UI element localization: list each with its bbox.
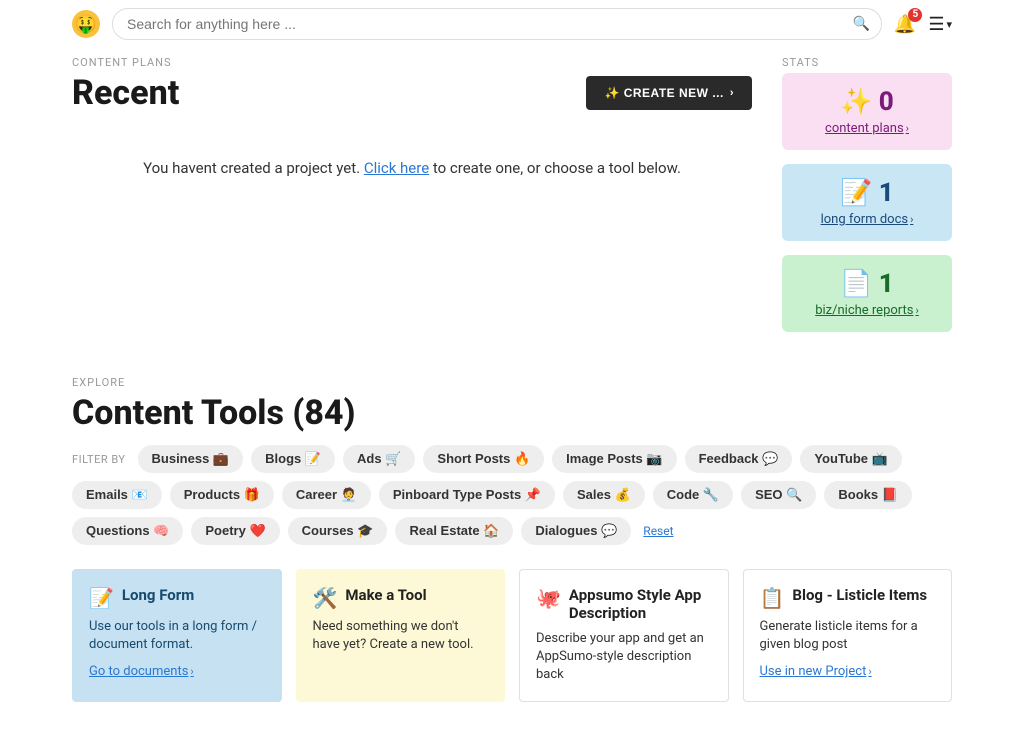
tool-card-long-form[interactable]: 📝 Long Form Use our tools in a long form… [72, 569, 282, 702]
chevron-right-icon: › [730, 87, 734, 99]
reset-filters-link[interactable]: Reset [643, 524, 673, 538]
filter-pill[interactable]: Poetry ❤️ [191, 517, 279, 545]
recent-title: Recent [72, 73, 179, 113]
filter-row: FILTER BY Business 💼 Blogs 📝 Ads 🛒 Short… [72, 445, 952, 545]
click-here-link[interactable]: Click here [364, 159, 429, 177]
filter-pill[interactable]: Code 🔧 [653, 481, 733, 509]
filter-pill[interactable]: Business 💼 [138, 445, 244, 473]
filter-pill[interactable]: Emails 📧 [72, 481, 162, 509]
filter-pill[interactable]: Blogs 📝 [251, 445, 335, 473]
filter-pill[interactable]: Real Estate 🏠 [395, 517, 513, 545]
explore-label: EXPLORE [72, 376, 952, 389]
filter-pill[interactable]: Pinboard Type Posts 📌 [379, 481, 555, 509]
stat-content-plans[interactable]: ✨0 content plans › [782, 73, 952, 150]
chevron-down-icon: ▾ [946, 18, 952, 31]
stat-link-content-plans[interactable]: content plans › [825, 121, 909, 136]
filter-pill[interactable]: Feedback 💬 [685, 445, 793, 473]
search-wrap: 🔍 [112, 8, 882, 40]
filter-pill[interactable]: Sales 💰 [563, 481, 645, 509]
hamburger-icon: ☰ [928, 14, 944, 35]
tool-card-appsumo[interactable]: 🐙 Appsumo Style App Description Describe… [519, 569, 729, 702]
stat-reports[interactable]: 📄1 biz/niche reports › [782, 255, 952, 332]
search-input[interactable] [112, 8, 882, 40]
filter-pill[interactable]: Dialogues 💬 [521, 517, 631, 545]
use-in-project-link[interactable]: Use in new Project › [760, 664, 872, 679]
tool-card-make-tool[interactable]: 🛠️ Make a Tool Need something we don't h… [296, 569, 506, 702]
filter-by-label: FILTER BY [72, 453, 126, 466]
top-header: 🤑 🔍 🔔 5 ☰▾ [72, 0, 952, 56]
logo[interactable]: 🤑 [72, 10, 100, 38]
filter-pill[interactable]: Ads 🛒 [343, 445, 415, 473]
go-to-documents-link[interactable]: Go to documents › [89, 664, 194, 679]
empty-state-message: You havent created a project yet. Click … [72, 137, 752, 200]
stat-link-long-form[interactable]: long form docs › [821, 212, 914, 227]
filter-pill[interactable]: YouTube 📺 [800, 445, 901, 473]
content-plans-label: CONTENT PLANS [72, 56, 752, 69]
menu-button[interactable]: ☰▾ [928, 14, 952, 35]
sparkle-icon: ✨ [840, 87, 872, 117]
stats-label: STATS [782, 56, 952, 69]
tool-card-listicle[interactable]: 📋 Blog - Listicle Items Generate listicl… [743, 569, 953, 702]
search-icon: 🔍 [852, 16, 869, 32]
pencil-icon: 📝 [89, 586, 114, 610]
filter-pill[interactable]: Short Posts 🔥 [423, 445, 544, 473]
filter-pill[interactable]: Image Posts 📷 [552, 445, 676, 473]
tools-icon: 🛠️ [313, 586, 338, 610]
filter-pill[interactable]: Questions 🧠 [72, 517, 183, 545]
stat-long-form[interactable]: 📝1 long form docs › [782, 164, 952, 241]
stat-link-reports[interactable]: biz/niche reports › [815, 303, 919, 318]
filter-pill[interactable]: SEO 🔍 [741, 481, 816, 509]
create-new-button[interactable]: ✨ CREATE NEW ... › [586, 76, 752, 110]
clipboard-icon: 📋 [760, 586, 785, 610]
notification-badge: 5 [908, 8, 922, 22]
page-icon: 📄 [840, 269, 872, 299]
content-tools-title: Content Tools (84) [72, 393, 952, 433]
filter-pill[interactable]: Books 📕 [824, 481, 912, 509]
notifications-button[interactable]: 🔔 5 [894, 14, 916, 35]
filter-pill[interactable]: Products 🎁 [170, 481, 274, 509]
filter-pill[interactable]: Career 🧑‍💼 [282, 481, 371, 509]
filter-pill[interactable]: Courses 🎓 [288, 517, 388, 545]
octopus-icon: 🐙 [536, 586, 561, 610]
doc-icon: 📝 [840, 178, 872, 208]
